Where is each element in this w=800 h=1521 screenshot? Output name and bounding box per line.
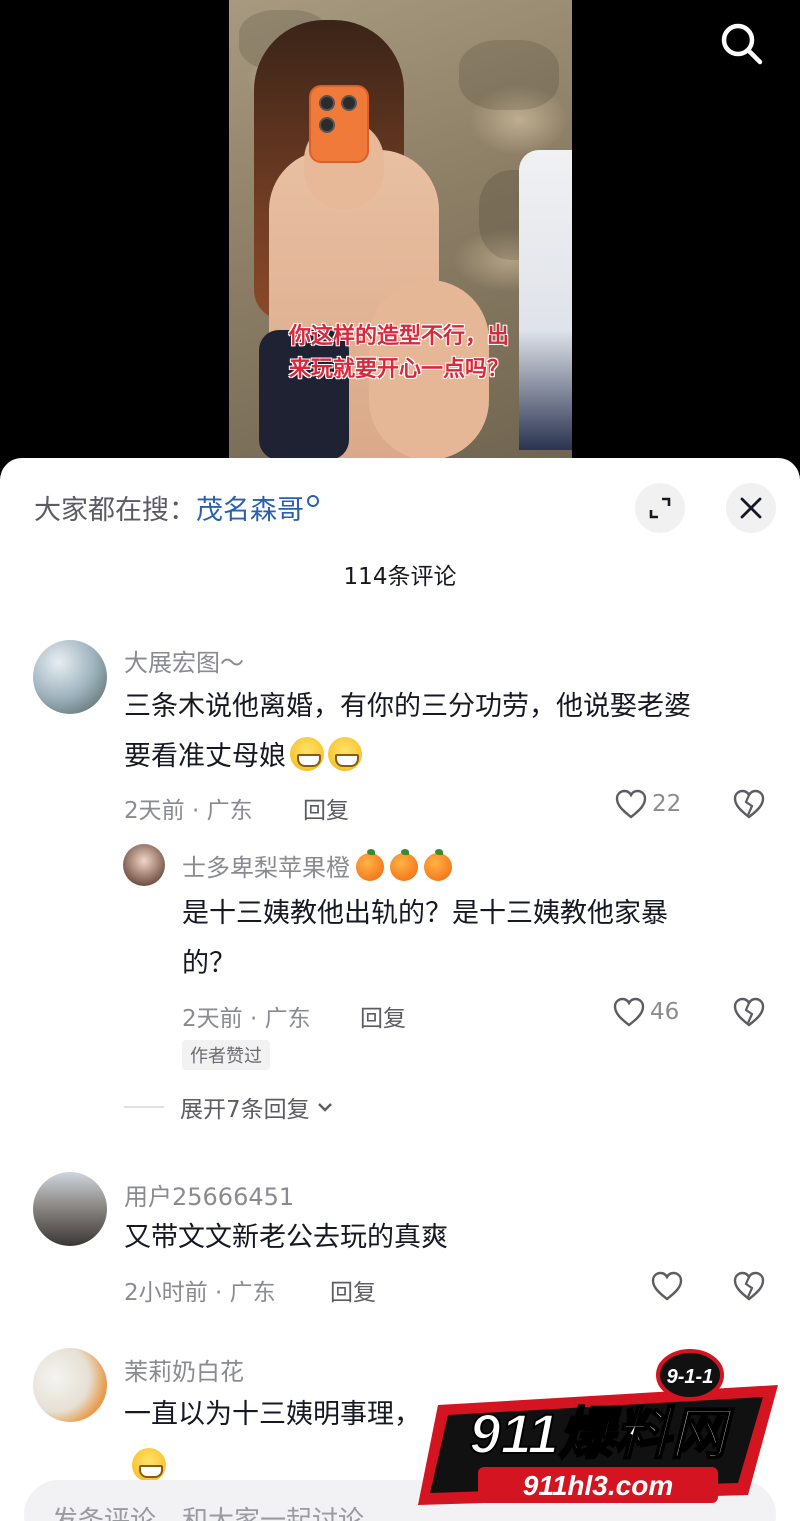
video-background bbox=[459, 40, 559, 110]
comment-text-part: 要看准丈母娘 bbox=[124, 741, 286, 772]
comment-meta: 2天前 · 广东 bbox=[124, 798, 253, 824]
search-button[interactable] bbox=[716, 18, 768, 70]
heart-icon bbox=[613, 997, 645, 1027]
watermark-url: 911hl3.com bbox=[523, 1470, 673, 1501]
comment-text: 三条木说他离婚，有你的三分功劳，他说娶老婆 要看准丈母娘 bbox=[124, 682, 774, 782]
orange-emoji-icon bbox=[390, 849, 418, 881]
dislike-button[interactable] bbox=[732, 1270, 766, 1306]
broken-heart-icon bbox=[733, 1271, 765, 1301]
like-count: 46 bbox=[650, 999, 680, 1025]
comment-text-line: 要看准丈母娘 bbox=[124, 732, 774, 782]
phone-lens bbox=[319, 117, 335, 133]
heart-icon bbox=[651, 1271, 683, 1301]
watermark-graphic: 9-1-1 911爆料网 911hl3.com bbox=[418, 1349, 778, 1505]
comment-text-line: 的？ bbox=[182, 948, 236, 979]
grin-emoji-icon bbox=[328, 737, 362, 771]
comment-input-placeholder: 发条评论，和大家一起讨论 bbox=[52, 1506, 365, 1521]
video-subtitle: 你这样的造型不行，出 来玩就要开心一点吗？ bbox=[269, 320, 529, 386]
comment-text: 是十三姨教他出轨的？是十三姨教他家暴 的？ bbox=[182, 889, 742, 989]
chevron-down-icon bbox=[317, 1103, 332, 1112]
comment-item: 大展宏图～ 三条木说他离婚，有你的三分功劳，他说娶老婆 要看准丈母娘 2天前 ·… bbox=[0, 638, 800, 838]
grin-emoji-icon bbox=[290, 737, 324, 771]
comments-header: 大家都在搜：茂名森哥 114条评论 bbox=[0, 458, 800, 590]
search-icon bbox=[307, 495, 319, 507]
comment-meta: 2天前 · 广东 bbox=[182, 1006, 311, 1032]
emoji-icon bbox=[132, 1448, 166, 1482]
hot-search-bar[interactable]: 大家都在搜：茂名森哥 bbox=[34, 488, 319, 527]
expand-icon bbox=[649, 497, 671, 519]
orange-emoji-icon bbox=[424, 849, 452, 881]
comment-item: 用户25666451 又带文文新老公去玩的真爽 2小时前 · 广东 回复 bbox=[0, 1170, 800, 1330]
reply-button[interactable]: 回复 bbox=[360, 999, 406, 1033]
avatar[interactable] bbox=[33, 1172, 107, 1246]
video-frame[interactable]: 你这样的造型不行，出 来玩就要开心一点吗？ bbox=[229, 0, 572, 470]
avatar[interactable] bbox=[33, 640, 107, 714]
avatar[interactable] bbox=[33, 1348, 107, 1422]
author-liked-badge: 作者赞过 bbox=[182, 1040, 270, 1070]
hot-search-prefix: 大家都在搜： bbox=[34, 495, 196, 526]
close-icon bbox=[740, 497, 762, 519]
video-player[interactable]: 你这样的造型不行，出 来玩就要开心一点吗？ bbox=[0, 0, 800, 470]
like-count: 22 bbox=[652, 791, 682, 817]
video-person-side bbox=[519, 150, 572, 450]
comment-username[interactable]: 士多卑梨苹果橙 bbox=[182, 848, 452, 883]
phone-lens bbox=[319, 95, 335, 111]
avatar[interactable] bbox=[123, 844, 165, 886]
expand-replies-button[interactable]: 展开7条回复 bbox=[124, 1090, 334, 1124]
comment-meta: 2小时前 · 广东 bbox=[124, 1280, 276, 1306]
comment-username[interactable]: 用户25666451 bbox=[124, 1177, 294, 1212]
watermark-logo: 9-1-1 911爆料网 911hl3.com bbox=[408, 1345, 788, 1521]
expand-button[interactable] bbox=[635, 483, 685, 533]
comment-text-line: 是十三姨教他出轨的？是十三姨教他家暴 bbox=[182, 898, 668, 929]
search-icon bbox=[721, 23, 763, 65]
username-text: 士多卑梨苹果橙 bbox=[182, 854, 350, 882]
comment-username[interactable]: 大展宏图～ bbox=[124, 643, 244, 678]
phone-lens bbox=[341, 95, 357, 111]
like-button[interactable]: 46 bbox=[612, 996, 679, 1028]
orange-emoji-icon bbox=[356, 849, 384, 881]
dislike-button[interactable] bbox=[732, 996, 766, 1032]
comment-text-line: 三条木说他离婚，有你的三分功劳，他说娶老婆 bbox=[124, 691, 691, 722]
dislike-button[interactable] bbox=[732, 788, 766, 824]
broken-heart-icon bbox=[733, 997, 765, 1027]
hot-search-term[interactable]: 茂名森哥 bbox=[196, 495, 304, 526]
expand-replies-label: 展开7条回复 bbox=[180, 1097, 310, 1123]
like-button[interactable]: 22 bbox=[614, 788, 681, 820]
reply-button[interactable]: 回复 bbox=[330, 1273, 376, 1307]
comment-count: 114条评论 bbox=[343, 564, 457, 590]
video-subtitle-line: 你这样的造型不行，出 bbox=[288, 324, 509, 349]
comment-text: 又带文文新老公去玩的真爽 bbox=[124, 1222, 448, 1253]
watermark-title: 911爆料网 bbox=[469, 1402, 734, 1465]
divider bbox=[124, 1106, 164, 1108]
watermark-badge-text: 9-1-1 bbox=[667, 1366, 714, 1388]
comment-reply-item: 士多卑梨苹果橙 是十三姨教他出轨的？是十三姨教他家暴 的？ 2天前 · 广东 回… bbox=[0, 842, 800, 1072]
video-subtitle-line: 来玩就要开心一点吗？ bbox=[288, 357, 509, 382]
heart-icon bbox=[615, 789, 647, 819]
close-button[interactable] bbox=[726, 483, 776, 533]
like-button[interactable] bbox=[650, 1270, 684, 1302]
broken-heart-icon bbox=[733, 789, 765, 819]
comment-username[interactable]: 茉莉奶白花 bbox=[124, 1352, 244, 1387]
reply-button[interactable]: 回复 bbox=[303, 791, 349, 825]
video-phone bbox=[309, 85, 369, 163]
